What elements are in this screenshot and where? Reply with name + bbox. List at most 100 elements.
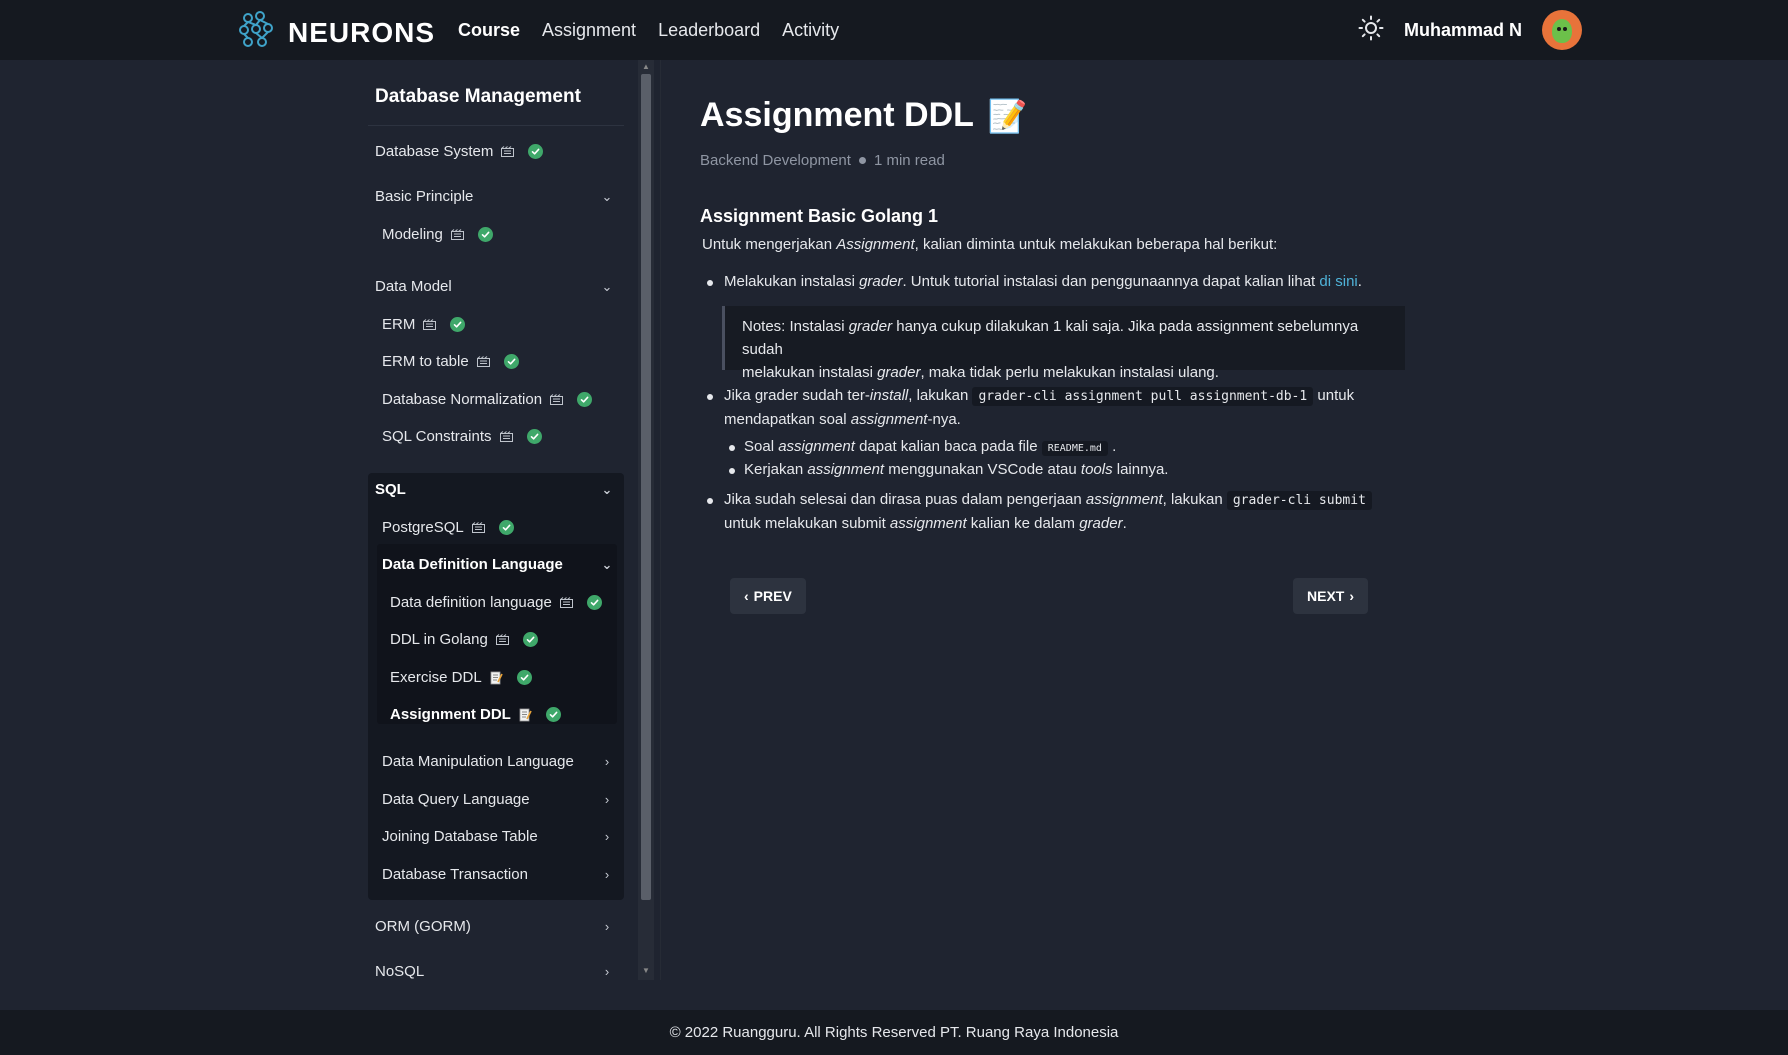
- completed-check-icon: [477, 227, 493, 242]
- sidebar-title: Database Management: [375, 86, 581, 107]
- video-icon: [471, 522, 485, 533]
- content-divider: [660, 60, 661, 980]
- sidebar-item-label: ERM to table: [382, 353, 469, 370]
- tutorial-link[interactable]: di sini: [1319, 273, 1357, 290]
- completed-check-icon: [450, 317, 466, 332]
- chevron-right-icon: ›: [604, 964, 610, 979]
- brand[interactable]: NEURONS: [238, 10, 435, 55]
- nav-activity[interactable]: Activity: [782, 20, 839, 41]
- section-data-model[interactable]: Data Model ⌄: [375, 278, 613, 295]
- section-nosql[interactable]: NoSQL ›: [375, 963, 613, 980]
- sidebar-item-exercise-ddl[interactable]: Exercise DDL: [390, 669, 532, 686]
- video-icon: [499, 431, 513, 442]
- memo-icon: [519, 708, 532, 722]
- list-item: Jika sudah selesai dan dirasa puas dalam…: [707, 488, 1405, 535]
- completed-check-icon: [577, 392, 593, 407]
- completed-check-icon: [586, 595, 602, 610]
- section-label: Data Query Language: [382, 791, 530, 808]
- video-icon: [495, 634, 509, 645]
- section-data-definition-language[interactable]: Data Definition Language ⌄: [382, 556, 613, 573]
- sidebar-item-label: Modeling: [382, 226, 443, 243]
- user-area: Muhammad N: [1358, 8, 1582, 52]
- sidebar-item-sql-constraints[interactable]: SQL Constraints: [382, 428, 542, 445]
- footer: © 2022 Ruangguru. All Rights Reserved PT…: [0, 1010, 1788, 1055]
- memo-icon: 📝: [987, 97, 1028, 134]
- section-sql[interactable]: SQL ⌄: [375, 481, 613, 498]
- scroll-down-arrow-icon[interactable]: ▼: [642, 966, 650, 975]
- chevron-left-icon: ‹: [744, 588, 749, 604]
- scrollbar-thumb[interactable]: [641, 74, 651, 900]
- section-label: Database Transaction: [382, 866, 528, 883]
- chevron-right-icon: ›: [604, 792, 610, 807]
- sidebar-item-label: Data definition language: [390, 594, 552, 611]
- chevron-down-icon: ⌄: [601, 481, 613, 497]
- sidebar-item-erm-to-table[interactable]: ERM to table: [382, 353, 519, 370]
- completed-check-icon: [526, 429, 542, 444]
- separator-dot: [858, 157, 866, 164]
- page-title: Assignment DDL 📝: [700, 96, 1028, 135]
- sidebar-item-label: Assignment DDL: [390, 706, 511, 723]
- scroll-up-arrow-icon[interactable]: ▲: [642, 62, 650, 71]
- notes-blockquote: Notes: Instalasi grader hanya cukup dila…: [722, 306, 1405, 381]
- sidebar-item-label: Database Normalization: [382, 391, 543, 408]
- sidebar-divider: [368, 125, 624, 126]
- section-database-transaction[interactable]: Database Transaction ›: [382, 866, 613, 883]
- completed-check-icon: [503, 354, 519, 369]
- chevron-down-icon: ⌄: [601, 278, 613, 294]
- filename-code: README.md: [1041, 441, 1108, 456]
- sidebar-item-ddl-in-golang[interactable]: DDL in Golang: [390, 631, 538, 648]
- completed-check-icon: [522, 632, 538, 647]
- sidebar-item-database-normalization[interactable]: Database Normalization: [382, 391, 593, 408]
- section-label: Data Model: [375, 278, 452, 295]
- section-joining-database-table[interactable]: Joining Database Table ›: [382, 828, 613, 845]
- sidebar-item-postgresql[interactable]: PostgreSQL: [382, 519, 514, 536]
- page-title-text: Assignment DDL: [700, 96, 974, 134]
- memo-icon: [490, 671, 503, 685]
- section-data-query-language[interactable]: Data Query Language ›: [382, 791, 613, 808]
- completed-check-icon: [528, 144, 544, 159]
- sub-list-item: Soal assignment dapat kalian baca pada f…: [729, 435, 1405, 460]
- nav-assignment[interactable]: Assignment: [542, 20, 636, 41]
- prev-button[interactable]: ‹ PREV: [730, 578, 806, 614]
- video-icon: [501, 146, 515, 157]
- intro-paragraph: Untuk mengerjakan Assignment, kalian dim…: [702, 236, 1278, 253]
- sidebar-item-database-system[interactable]: Database System: [375, 143, 544, 160]
- completed-check-icon: [516, 670, 532, 685]
- category-label: Backend Development: [700, 152, 851, 169]
- nav-course[interactable]: Course: [458, 20, 520, 41]
- sidebar-item-assignment-ddl[interactable]: Assignment DDL: [390, 706, 561, 723]
- section-label: Joining Database Table: [382, 828, 538, 845]
- footer-copyright: © 2022 Ruangguru. All Rights Reserved PT…: [669, 1024, 1119, 1041]
- list-item: Jika grader sudah ter-install, lakukan g…: [707, 384, 1405, 431]
- command-code: grader-cli assignment pull assignment-db…: [972, 387, 1314, 406]
- section-label: Basic Principle: [375, 188, 474, 205]
- theme-toggle-sun-icon[interactable]: [1358, 15, 1384, 46]
- next-button[interactable]: NEXT ›: [1293, 578, 1369, 614]
- section-label: SQL: [375, 481, 406, 498]
- main-nav: Course Assignment Leaderboard Activity: [458, 0, 839, 60]
- section-data-manipulation-language[interactable]: Data Manipulation Language ›: [382, 753, 613, 770]
- sidebar-scrollbar[interactable]: ▲ ▼: [638, 60, 654, 980]
- user-name[interactable]: Muhammad N: [1404, 20, 1522, 41]
- top-navbar: NEURONS Course Assignment Leaderboard Ac…: [0, 0, 1788, 60]
- list-item: Melakukan instalasi grader. Untuk tutori…: [707, 270, 1405, 293]
- brand-name: NEURONS: [288, 16, 436, 48]
- section-orm-gorm[interactable]: ORM (GORM) ›: [375, 918, 613, 935]
- avatar[interactable]: [1542, 10, 1582, 50]
- section-basic-principle[interactable]: Basic Principle ⌄: [375, 188, 613, 205]
- section-heading: Assignment Basic Golang 1: [700, 206, 939, 226]
- chevron-right-icon: ›: [604, 754, 610, 769]
- sidebar-item-ddl-lesson[interactable]: Data definition language: [390, 594, 602, 611]
- sidebar-item-label: Database System: [375, 143, 494, 160]
- nav-leaderboard[interactable]: Leaderboard: [658, 20, 760, 41]
- read-time: 1 min read: [873, 152, 945, 169]
- sidebar-item-label: SQL Constraints: [382, 428, 492, 445]
- sidebar-item-erm[interactable]: ERM: [382, 316, 466, 333]
- sidebar-item-label: DDL in Golang: [390, 631, 488, 648]
- video-icon: [550, 394, 564, 405]
- section-label: Data Definition Language: [382, 556, 563, 573]
- completed-check-icon: [498, 520, 514, 535]
- chevron-down-icon: ⌄: [601, 556, 613, 572]
- sidebar-item-modeling[interactable]: Modeling: [382, 226, 493, 243]
- sidebar-item-label: ERM: [382, 316, 416, 333]
